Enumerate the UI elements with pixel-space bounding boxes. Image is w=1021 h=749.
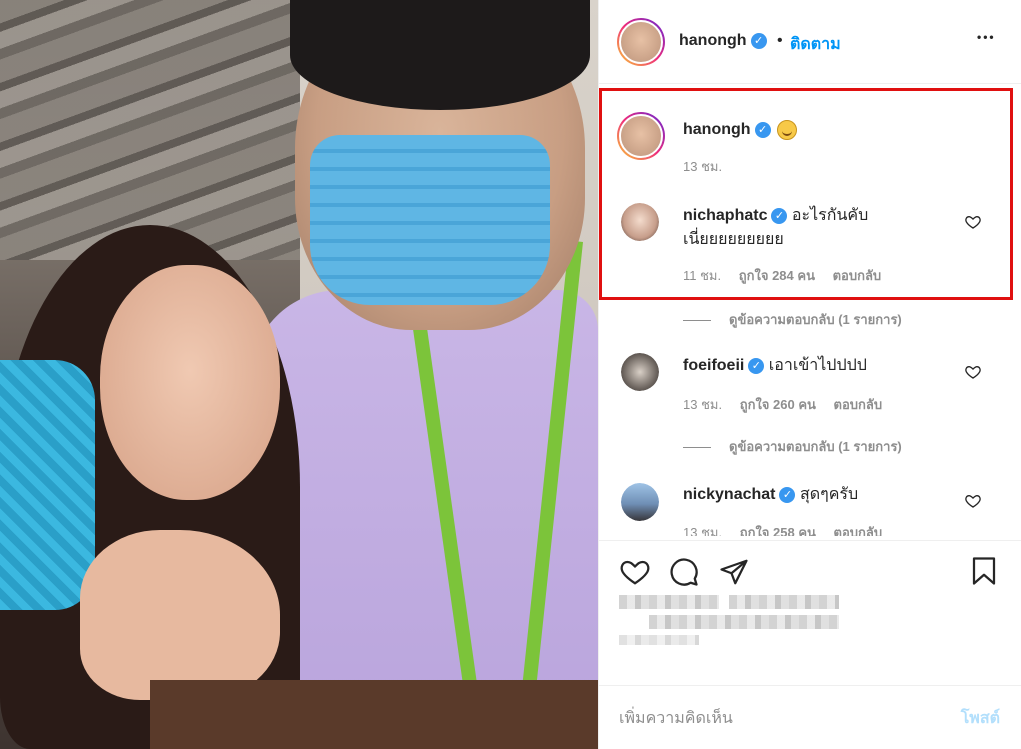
- post-photo[interactable]: [0, 0, 598, 749]
- post-header: hanongh ✓ • ติดตาม •••: [599, 0, 1021, 84]
- comment-text: nickynachat ✓ สุดๆครับ: [683, 483, 953, 507]
- post-side-panel: hanongh ✓ • ติดตาม ••• hanongh ✓ 13 ชม. ni…: [598, 0, 1021, 749]
- verified-icon: ✓: [750, 32, 767, 49]
- commenter-avatar[interactable]: [621, 483, 659, 521]
- comment-username[interactable]: nickynachat: [683, 486, 775, 503]
- comment-input[interactable]: เพิ่มความคิดเห็น: [619, 706, 733, 731]
- photo-hands: [80, 530, 280, 700]
- comment-text: nichaphatc ✓ อะไรกันคับ เนี่ยยยยยยยยย: [683, 204, 953, 252]
- verified-icon: ✓: [748, 357, 765, 374]
- verified-icon: ✓: [779, 486, 796, 503]
- photo-blue-fabric: [0, 360, 95, 610]
- separator-dot: •: [777, 32, 783, 49]
- likes-info-redacted: [619, 595, 879, 665]
- comment-likes[interactable]: ถูกใจ 260 คน: [740, 397, 816, 412]
- heart-icon[interactable]: [965, 214, 981, 230]
- comment-username[interactable]: foeifoeii: [683, 357, 744, 374]
- view-replies-link[interactable]: ดูข้อความตอบกลับ (1 รายการ): [683, 309, 902, 330]
- heart-icon[interactable]: [965, 493, 981, 509]
- share-icon[interactable]: [719, 557, 749, 587]
- comment-icon[interactable]: [669, 557, 699, 587]
- commenter-avatar[interactable]: [621, 203, 659, 241]
- comment-text: foeifoeii ✓ เอาเข้าไปปปป: [683, 354, 953, 378]
- caption-avatar[interactable]: [617, 112, 665, 160]
- smiling-emoji-icon: [776, 120, 797, 140]
- comment-likes[interactable]: ถูกใจ 284 คน: [739, 268, 815, 283]
- caption-time: 13 ชม.: [683, 159, 723, 174]
- heart-icon[interactable]: [965, 364, 981, 380]
- author-avatar[interactable]: [617, 18, 665, 66]
- verified-icon: ✓: [771, 207, 788, 224]
- heart-icon[interactable]: [619, 557, 651, 587]
- photo-man-hair: [290, 0, 590, 110]
- comment-meta: 13 ชม. ถูกใจ 258 คน ตอบกลับ: [683, 522, 896, 536]
- comment-username[interactable]: nichaphatc: [683, 207, 767, 224]
- comment-body: เอาเข้าไปปปป: [768, 357, 867, 374]
- comment-meta: 11 ชม. ถูกใจ 284 คน ตอบกลับ: [683, 268, 882, 283]
- follow-button[interactable]: ติดตาม: [790, 32, 841, 57]
- action-bar: [599, 540, 1021, 600]
- photo-woman-face: [100, 265, 280, 500]
- bookmark-icon[interactable]: [969, 555, 999, 587]
- view-replies-link[interactable]: ดูข้อความตอบกลับ (1 รายการ): [683, 436, 902, 457]
- comment-body-line1: อะไรกันคับ: [791, 207, 869, 224]
- commenter-avatar[interactable]: [621, 353, 659, 391]
- comment-reply-button[interactable]: ตอบกลับ: [834, 397, 883, 412]
- comment-reply-button[interactable]: ตอบกลับ: [833, 268, 882, 283]
- comment-meta: 13 ชม. ถูกใจ 260 คน ตอบกลับ: [683, 397, 883, 412]
- comment-bar: เพิ่มความคิดเห็น โพสต์: [599, 685, 1021, 749]
- comment-body: สุดๆครับ: [799, 486, 859, 503]
- verified-icon: ✓: [754, 122, 771, 138]
- comment-reply-button[interactable]: ตอบกลับ: [834, 525, 883, 536]
- photo-table: [150, 680, 598, 749]
- post-comment-button[interactable]: โพสต์: [961, 706, 1000, 731]
- comment-body-line2: เนี่ยยยยยยยยย: [683, 231, 784, 248]
- comment-likes[interactable]: ถูกใจ 258 คน: [740, 525, 816, 536]
- photo-face-mask: [310, 135, 550, 305]
- author-username[interactable]: hanongh ✓: [679, 32, 767, 50]
- caption-username[interactable]: hanongh ✓: [683, 120, 797, 140]
- more-icon[interactable]: •••: [977, 30, 996, 44]
